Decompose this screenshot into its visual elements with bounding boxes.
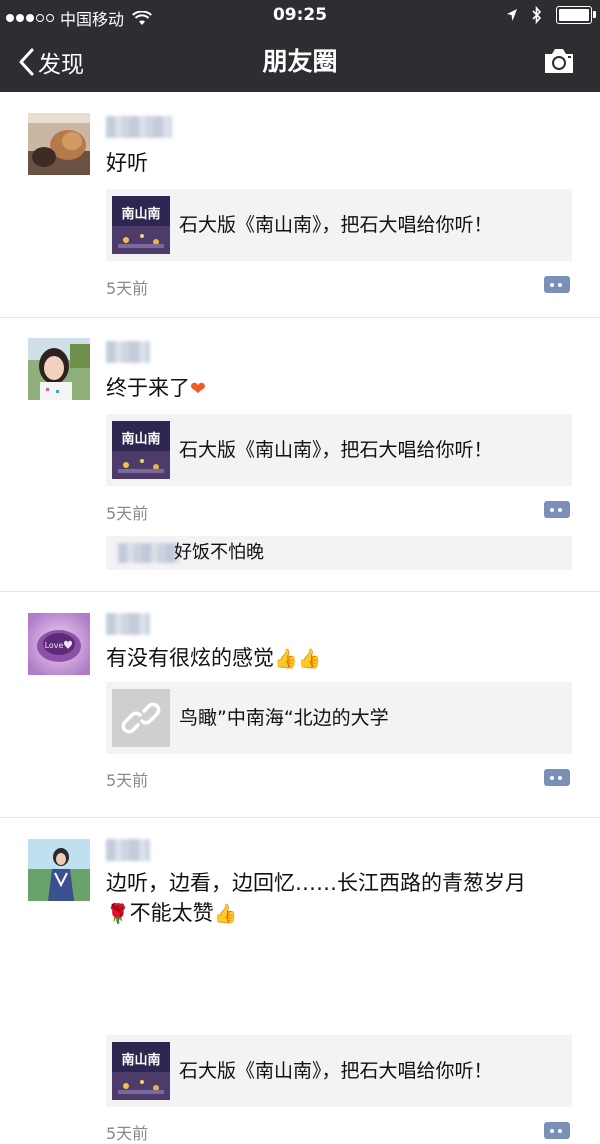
- link-icon: [112, 689, 170, 747]
- post-text-content: 好听: [106, 151, 148, 175]
- post-text-line: 🌹不能太赞👍: [106, 898, 576, 929]
- post-text: 好听: [106, 148, 576, 178]
- avatar-image: Love: [28, 613, 90, 675]
- comment-text: 好饭不怕晚: [174, 542, 264, 563]
- shared-link-card[interactable]: 南山南 石大版《南山南》，把石大唱给你听！: [106, 1035, 572, 1107]
- post-text-line: 边听，边看，边回忆……长江西路的青葱岁月: [106, 871, 526, 895]
- nickname-blurred[interactable]: [106, 341, 150, 363]
- link-title: 石大版《南山南》，把石大唱给你听！: [179, 214, 493, 236]
- post-text-content: 有没有很炫的感觉: [106, 646, 274, 670]
- commenter-name-blurred[interactable]: [118, 543, 180, 563]
- moment-post: 终于来了❤ 南山南 石大版《南山南》，把石大唱给你听！ 5天前 好饭不怕晚: [0, 317, 600, 592]
- nickname-blurred[interactable]: [106, 116, 172, 138]
- nav-bar: 发现 朋友圈: [0, 32, 600, 92]
- link-thumbnail: 南山南: [112, 1042, 170, 1100]
- comment-list: 好饭不怕晚: [106, 536, 572, 570]
- location-arrow-icon: [507, 9, 517, 21]
- svg-text:南山南: 南山南: [121, 431, 160, 447]
- status-right: [506, 6, 596, 24]
- link-title: 鸟瞰”中南海“北边的大学: [179, 707, 389, 729]
- rose-emoji: 🌹: [106, 903, 130, 925]
- chevron-left-icon: [19, 48, 34, 76]
- camera-icon[interactable]: [542, 46, 576, 76]
- avatar-image: [28, 113, 90, 175]
- post-text: 边听，边看，边回忆……长江西路的青葱岁月 🌹不能太赞👍: [106, 868, 576, 929]
- nickname-blurred[interactable]: [106, 613, 150, 635]
- avatar[interactable]: Love: [28, 613, 90, 675]
- moment-post: 好听 南山南 石大版《南山南》，把石大唱给你听！ 5天前: [0, 92, 600, 318]
- post-text: 有没有很炫的感觉👍👍: [106, 643, 576, 674]
- link-title: 石大版《南山南》，把石大唱给你听！: [179, 1060, 493, 1082]
- shared-link-card[interactable]: 南山南 石大版《南山南》，把石大唱给你听！: [106, 189, 572, 261]
- post-timestamp: 5天前: [106, 1124, 149, 1143]
- bluetooth-icon: [532, 6, 542, 24]
- thumbs-up-emoji: 👍: [213, 903, 238, 925]
- link-thumbnail: [112, 689, 170, 747]
- avatar[interactable]: [28, 338, 90, 400]
- comment-button[interactable]: [544, 501, 570, 518]
- link-title: 石大版《南山南》，把石大唱给你听！: [179, 439, 493, 461]
- svg-text:Love: Love: [45, 641, 64, 650]
- back-button[interactable]: 发现: [18, 32, 84, 92]
- avatar[interactable]: [28, 113, 90, 175]
- avatar-image: [28, 839, 90, 901]
- link-thumbnail: 南山南: [112, 196, 170, 254]
- svg-text:南山南: 南山南: [121, 206, 160, 222]
- page-title: 朋友圈: [262, 47, 338, 76]
- post-text: 终于来了❤: [106, 373, 576, 404]
- post-text-content: 不能太赞: [129, 901, 214, 925]
- post-timestamp: 5天前: [106, 771, 149, 790]
- nickname-blurred[interactable]: [106, 839, 150, 861]
- comment-button[interactable]: [544, 1122, 570, 1139]
- thumbs-up-emoji: 👍👍: [274, 648, 322, 670]
- moment-post: 边听，边看，边回忆……长江西路的青葱岁月 🌹不能太赞👍 南山南 石大版《南山南》…: [0, 817, 600, 1143]
- post-timestamp: 5天前: [106, 279, 149, 298]
- post-text-content: 终于来了: [106, 376, 190, 400]
- heart-emoji: ❤: [190, 378, 206, 400]
- shared-link-card[interactable]: 鸟瞰”中南海“北边的大学: [106, 682, 572, 754]
- post-timestamp: 5天前: [106, 504, 149, 523]
- shared-link-card[interactable]: 南山南 石大版《南山南》，把石大唱给你听！: [106, 414, 572, 486]
- battery-icon: [556, 6, 596, 24]
- link-thumbnail: 南山南: [112, 421, 170, 479]
- back-label: 发现: [38, 52, 84, 78]
- avatar-image: [28, 338, 90, 400]
- moment-post: Love 有没有很炫的感觉👍👍 鸟瞰”中南海“北边的大学 5天前: [0, 591, 600, 818]
- status-bar: 中国移动 09:25: [0, 0, 600, 32]
- comment-button[interactable]: [544, 276, 570, 293]
- comment-button[interactable]: [544, 769, 570, 786]
- avatar[interactable]: [28, 839, 90, 901]
